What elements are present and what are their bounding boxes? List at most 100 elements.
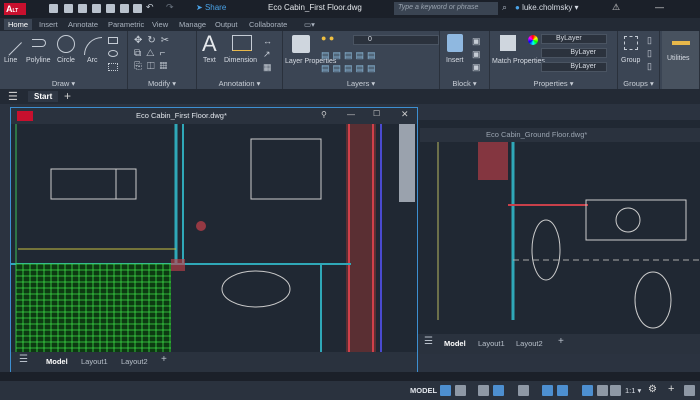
annotation-panel-label[interactable]: Annotation ▾ <box>197 79 282 88</box>
tab-overflow[interactable]: ▭▾ <box>300 19 319 30</box>
properties-panel-label[interactable]: Properties ▾ <box>490 79 617 88</box>
otrack-icon[interactable] <box>557 385 568 396</box>
customize-icon[interactable] <box>684 385 695 396</box>
tab-manage[interactable]: Manage <box>175 19 210 30</box>
annotation-autoscale-icon[interactable] <box>597 385 608 396</box>
minimize-icon[interactable]: — <box>655 2 664 12</box>
plus-icon[interactable]: + <box>668 383 674 395</box>
command-line[interactable] <box>0 372 700 381</box>
polyline-button[interactable]: Polyline <box>26 57 51 64</box>
panel-utilities[interactable]: Utilities <box>662 31 700 89</box>
layers-panel-label[interactable]: Layers ▾ <box>283 79 439 88</box>
modify-panel-label[interactable]: Modify ▾ <box>128 79 196 88</box>
tab-view[interactable]: View <box>148 19 172 30</box>
print-icon[interactable] <box>133 4 142 13</box>
rectangle-icon[interactable] <box>108 37 118 44</box>
tab-parametric[interactable]: Parametric <box>104 19 148 30</box>
tab-model[interactable]: Model <box>444 339 466 348</box>
panel-layers: Layer Properties ● ● 0 ▤▤▤▤▤ ▤▤▤▤▤ Layers… <box>283 31 440 89</box>
plot-icon[interactable] <box>106 4 115 13</box>
pin-icon[interactable]: ⚲ <box>321 110 327 119</box>
layer-dropdown[interactable]: 0 <box>353 35 439 45</box>
dimension-icon <box>232 35 252 51</box>
text-button[interactable]: Text <box>203 57 216 64</box>
snap-icon[interactable] <box>455 385 466 396</box>
tab-layout2[interactable]: Layout2 <box>516 339 543 348</box>
polar-icon[interactable] <box>493 385 504 396</box>
tab-model[interactable]: Model <box>46 357 68 366</box>
add-layout-icon[interactable]: + <box>161 354 167 365</box>
tab-annotate[interactable]: Annotate <box>64 19 102 30</box>
hatch-icon[interactable] <box>108 63 118 71</box>
tab-layout2[interactable]: Layout2 <box>121 357 148 366</box>
undo-icon[interactable]: ↶ <box>146 2 154 13</box>
layout-menu-icon[interactable]: ☰ <box>424 336 433 347</box>
color-dropdown[interactable]: ByLayer <box>541 34 607 44</box>
search-input[interactable]: Type a keyword or phrase <box>394 2 498 15</box>
leader-table-icons[interactable]: ↔ ↗ ▦ <box>263 35 272 74</box>
group-button[interactable]: Group <box>621 57 640 64</box>
utilities-button[interactable]: Utilities <box>667 55 690 62</box>
first-floor-layout-tabs: ☰ Model Layout1 Layout2 + <box>11 352 417 372</box>
isodraft-icon[interactable] <box>518 385 529 396</box>
tab-layout1[interactable]: Layout1 <box>81 357 108 366</box>
grid-icon[interactable] <box>440 385 451 396</box>
block-tool-icons[interactable]: ▣ ▣ ▣ <box>472 35 481 74</box>
redo-icon[interactable]: ↷ <box>166 2 174 13</box>
app-logo[interactable]: ALT <box>4 3 26 15</box>
circle-button[interactable]: Circle <box>57 57 75 64</box>
publish-icon[interactable] <box>120 4 129 13</box>
annotation-visibility-icon[interactable] <box>582 385 593 396</box>
ortho-icon[interactable] <box>478 385 489 396</box>
close-icon[interactable]: ✕ <box>401 109 409 120</box>
model-space-button[interactable]: MODEL <box>410 386 437 395</box>
ellipse-icon[interactable] <box>108 50 118 57</box>
save-as-icon[interactable] <box>92 4 101 13</box>
minimize-icon[interactable]: — <box>347 110 355 119</box>
groups-label: Groups <box>623 79 648 88</box>
layer-state-icons[interactable]: ● ● <box>321 33 334 43</box>
gear-icon[interactable]: ⚙ <box>648 384 657 395</box>
layout-menu-icon[interactable]: ☰ <box>19 354 28 365</box>
autodesk-icon[interactable]: ⚠ <box>612 2 620 13</box>
tab-collaborate[interactable]: Collaborate <box>245 19 291 30</box>
block-panel-label[interactable]: Block ▾ <box>440 79 489 88</box>
new-tab-icon[interactable]: + <box>64 89 71 103</box>
save-icon[interactable] <box>78 4 87 13</box>
draw-panel-label[interactable]: Draw ▾ <box>0 79 127 88</box>
insert-button[interactable]: Insert <box>446 57 464 64</box>
first-floor-canvas[interactable] <box>11 124 417 352</box>
ground-floor-canvas[interactable] <box>418 120 700 352</box>
add-layout-icon[interactable]: + <box>558 336 564 347</box>
ground-floor-title: Eco Cabin_Ground Floor.dwg* <box>420 128 700 142</box>
tab-insert[interactable]: Insert <box>35 19 62 30</box>
new-icon[interactable] <box>49 4 58 13</box>
maximize-icon[interactable]: ☐ <box>373 109 380 118</box>
dimension-button[interactable]: Dimension <box>224 57 257 64</box>
panel-draw: Line Polyline Circle Arc Draw ▾ <box>0 31 128 89</box>
line-button[interactable]: Line <box>4 57 17 64</box>
share-button[interactable]: ➤ Share <box>196 3 226 12</box>
search-icon[interactable]: ⌕ <box>502 2 507 13</box>
user-menu[interactable]: ● luke.cholmsky ▾ <box>515 3 579 12</box>
window-title-bar[interactable]: Eco Cabin_First Floor.dwg* ⚲ — ☐ ✕ <box>11 108 417 124</box>
osnap-icon[interactable] <box>542 385 553 396</box>
arc-button[interactable]: Arc <box>87 57 98 64</box>
tab-home[interactable]: Home <box>4 19 33 30</box>
user-icon: ● <box>515 3 520 12</box>
tab-start[interactable]: Start <box>28 91 59 102</box>
open-icon[interactable] <box>64 4 73 13</box>
groups-panel-label[interactable]: Groups ▾ <box>618 79 659 88</box>
annotation-scale-dropdown[interactable]: 1:1 ▾ <box>625 386 641 395</box>
layer-tool-icons[interactable]: ▤▤▤▤▤ ▤▤▤▤▤ <box>321 49 379 75</box>
annotation-scale-icon[interactable] <box>610 385 621 396</box>
modify-tools-icons[interactable]: ✥↻✂ ⧉△⌐ ⎘◫▦ <box>134 34 174 73</box>
tab-output[interactable]: Output <box>211 19 242 30</box>
linetype-dropdown[interactable]: ByLayer <box>541 48 607 58</box>
menu-icon[interactable]: ☰ <box>8 90 18 103</box>
panel-block: Insert ▣ ▣ ▣ Block ▾ <box>440 31 490 89</box>
lineweight-dropdown[interactable]: ByLayer <box>541 62 607 72</box>
group-tool-icons[interactable]: ▯ ▯ ▯ <box>647 34 652 73</box>
tab-layout1[interactable]: Layout1 <box>478 339 505 348</box>
match-properties-button[interactable]: Match Properties <box>492 57 545 66</box>
